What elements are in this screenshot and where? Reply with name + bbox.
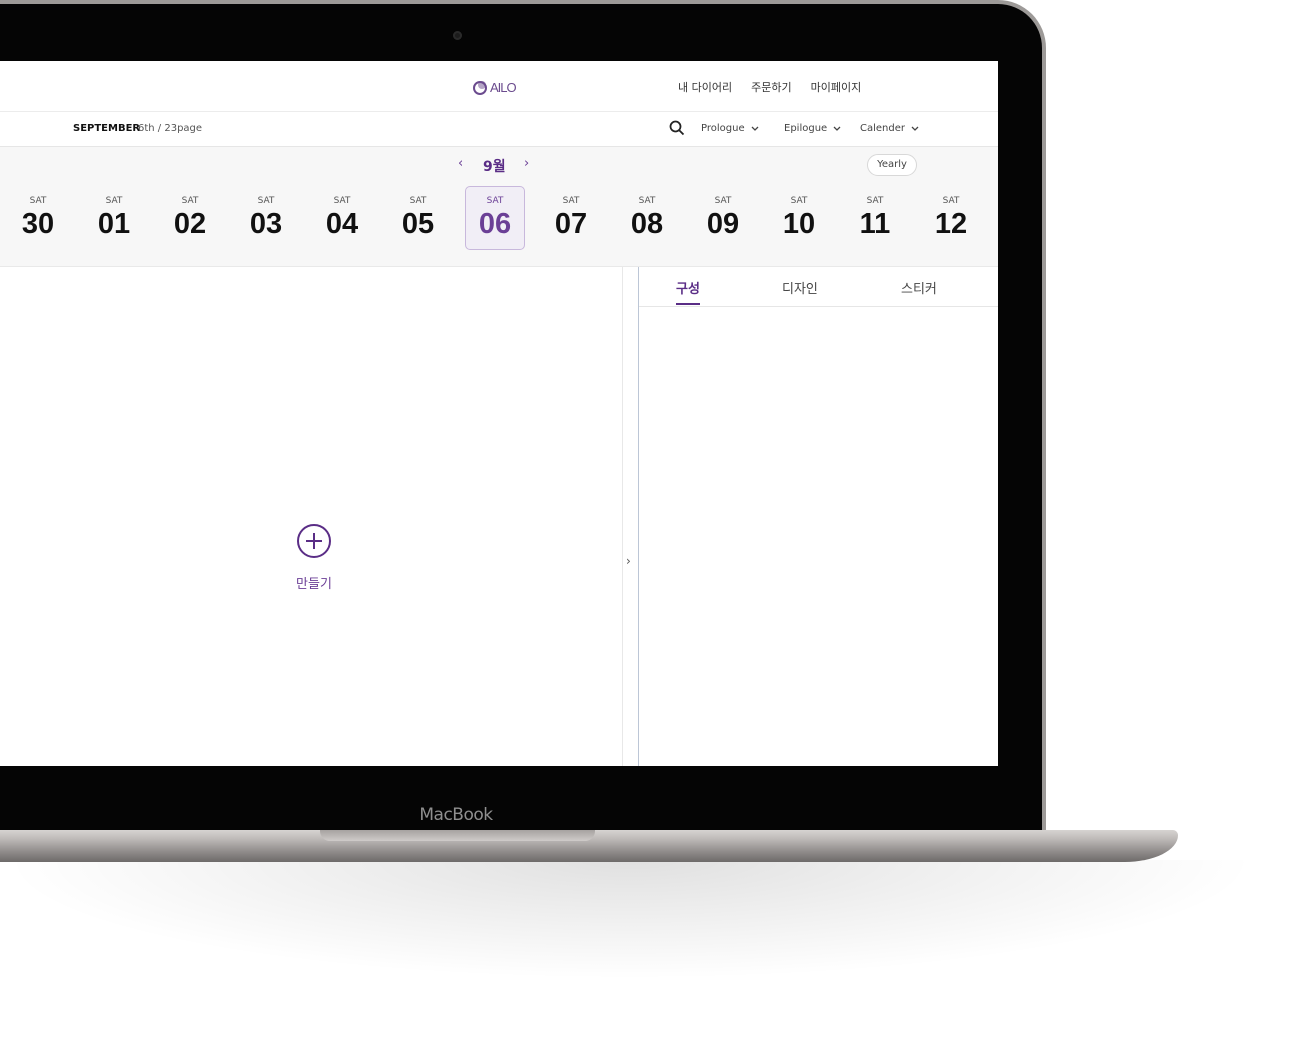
date-strip: ‹ 9월 › Yearly SAT 30 SAT 01 SAT 02 SAT 0… bbox=[0, 147, 998, 267]
month-nav: ‹ 9월 › bbox=[455, 155, 535, 175]
nav-mypage[interactable]: 마이페이지 bbox=[811, 79, 862, 95]
day-number: 11 bbox=[859, 208, 891, 240]
day-of-week: SAT bbox=[714, 196, 732, 206]
search-icon[interactable] bbox=[668, 119, 686, 137]
side-panel: 구성 디자인 스티커 bbox=[639, 267, 998, 766]
day-cell[interactable]: SAT 11 bbox=[845, 186, 905, 250]
day-of-week: SAT bbox=[29, 196, 47, 206]
device-label: MacBook bbox=[419, 805, 493, 825]
day-number: 05 bbox=[401, 208, 435, 240]
day-cell[interactable]: SAT 01 bbox=[84, 186, 144, 250]
day-cell[interactable]: SAT 09 bbox=[693, 186, 753, 250]
day-cell[interactable]: SAT 10 bbox=[769, 186, 829, 250]
day-of-week: SAT bbox=[486, 196, 504, 206]
day-number: 10 bbox=[782, 208, 816, 240]
day-of-week: SAT bbox=[866, 196, 884, 206]
chevron-down-icon bbox=[911, 126, 919, 131]
day-number: 06 bbox=[478, 208, 512, 240]
next-month-button[interactable]: › bbox=[524, 156, 529, 171]
month-title: 9월 bbox=[483, 159, 506, 175]
day-number: 04 bbox=[325, 208, 359, 240]
create-button-label[interactable]: 만들기 bbox=[284, 573, 344, 592]
panel-tabs: 구성 디자인 스티커 bbox=[639, 267, 998, 307]
laptop-shadow bbox=[0, 860, 1260, 980]
day-number: 03 bbox=[249, 208, 283, 240]
tab-design[interactable]: 디자인 bbox=[782, 278, 818, 297]
nav-order[interactable]: 주문하기 bbox=[751, 79, 791, 95]
day-number: 02 bbox=[173, 208, 207, 240]
camera-icon bbox=[453, 31, 462, 40]
day-cell[interactable]: SAT 03 bbox=[236, 186, 296, 250]
day-of-week: SAT bbox=[257, 196, 275, 206]
prologue-dropdown[interactable]: Prologue bbox=[701, 123, 759, 134]
day-cell[interactable]: SAT 04 bbox=[312, 186, 372, 250]
epilogue-label: Epilogue bbox=[784, 123, 828, 134]
logo-icon bbox=[473, 81, 487, 95]
page-info: 6th / 23page bbox=[138, 123, 203, 134]
plus-circle-icon[interactable] bbox=[296, 523, 332, 559]
epilogue-dropdown[interactable]: Epilogue bbox=[784, 123, 841, 134]
chevron-down-icon bbox=[833, 126, 841, 131]
logo-text: AILO bbox=[490, 79, 517, 95]
calender-dropdown[interactable]: Calender bbox=[860, 123, 919, 134]
day-number: 08 bbox=[630, 208, 664, 240]
day-of-week: SAT bbox=[562, 196, 580, 206]
current-month-label: SEPTEMBER bbox=[73, 123, 141, 134]
nav-links: 내 다이어리 주문하기 마이페이지 bbox=[678, 79, 861, 95]
tab-sticker[interactable]: 스티커 bbox=[901, 278, 937, 297]
laptop-base-notch bbox=[320, 830, 595, 841]
day-number: 01 bbox=[97, 208, 131, 240]
day-cell[interactable]: SAT 08 bbox=[617, 186, 677, 250]
yearly-button[interactable]: Yearly bbox=[867, 154, 917, 176]
day-of-week: SAT bbox=[942, 196, 960, 206]
day-number: 30 bbox=[21, 208, 55, 240]
prologue-label: Prologue bbox=[701, 123, 745, 134]
editor-canvas: 만들기 bbox=[0, 267, 623, 766]
active-tab-indicator bbox=[676, 303, 700, 305]
day-number: 07 bbox=[554, 208, 588, 240]
chevron-down-icon bbox=[751, 126, 759, 131]
day-cell[interactable]: SAT 05 bbox=[388, 186, 448, 250]
day-of-week: SAT bbox=[790, 196, 808, 206]
day-cell[interactable]: SAT 30 bbox=[8, 186, 68, 250]
top-nav: AILO 내 다이어리 주문하기 마이페이지 bbox=[0, 61, 998, 112]
day-cell-selected[interactable]: SAT 06 bbox=[465, 186, 525, 250]
panel-splitter[interactable] bbox=[623, 267, 638, 766]
prev-month-button[interactable]: ‹ bbox=[458, 156, 463, 171]
day-cell[interactable]: SAT 02 bbox=[160, 186, 220, 250]
day-number: 09 bbox=[706, 208, 740, 240]
nav-my-diary[interactable]: 내 다이어리 bbox=[678, 79, 732, 95]
day-of-week: SAT bbox=[105, 196, 123, 206]
calender-label: Calender bbox=[860, 123, 905, 134]
day-of-week: SAT bbox=[333, 196, 351, 206]
day-of-week: SAT bbox=[409, 196, 427, 206]
day-cell[interactable]: SAT 12 bbox=[921, 186, 981, 250]
day-of-week: SAT bbox=[638, 196, 656, 206]
chevron-right-icon[interactable]: › bbox=[626, 554, 631, 568]
day-cell[interactable]: SAT 07 bbox=[541, 186, 601, 250]
logo[interactable]: AILO bbox=[472, 77, 522, 97]
sub-toolbar: SEPTEMBER 6th / 23page Prologue Epilogue… bbox=[0, 112, 998, 147]
day-of-week: SAT bbox=[181, 196, 199, 206]
day-number: 12 bbox=[934, 208, 968, 240]
tab-composition[interactable]: 구성 bbox=[676, 278, 700, 297]
app-screen: AILO 내 다이어리 주문하기 마이페이지 SEPTEMBER 6th / 2… bbox=[0, 61, 998, 766]
